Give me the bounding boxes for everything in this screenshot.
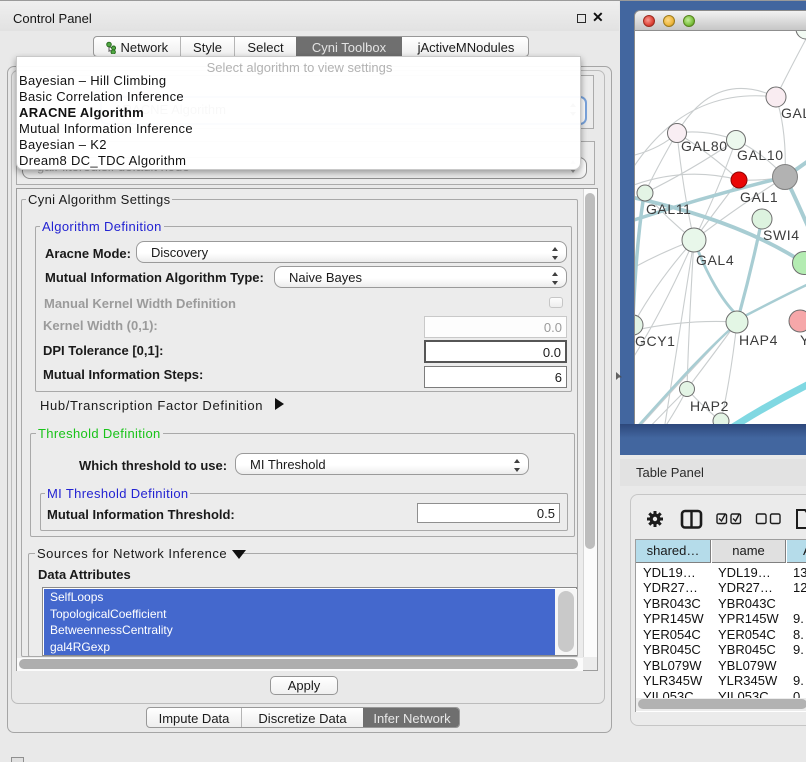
svg-text:GAL4: GAL4 — [696, 252, 734, 268]
svg-text:HAP2: HAP2 — [690, 398, 729, 414]
svg-text:GAL80: GAL80 — [681, 138, 728, 154]
svg-text:GAL11: GAL11 — [646, 201, 692, 217]
svg-text:Y: Y — [800, 332, 806, 348]
svg-text:GAL1: GAL1 — [740, 189, 778, 205]
svg-text:SWI4: SWI4 — [763, 227, 800, 243]
svg-text:GCY1: GCY1 — [635, 333, 676, 349]
svg-text:GAL2: GAL2 — [781, 105, 806, 121]
svg-text:GAL10: GAL10 — [737, 147, 784, 163]
svg-text:HAP4: HAP4 — [739, 332, 778, 348]
